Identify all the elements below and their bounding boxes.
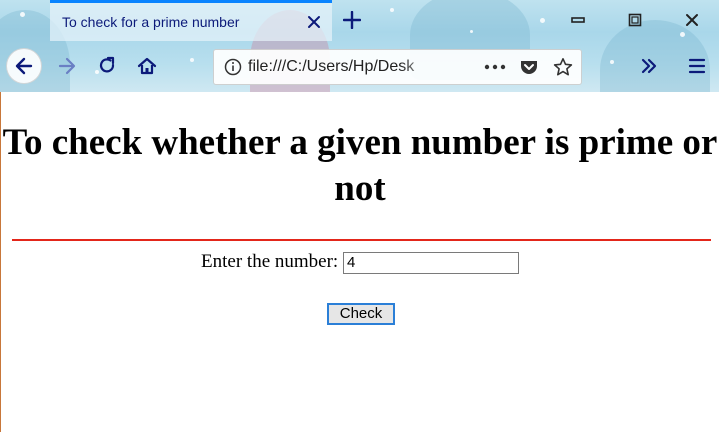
page-content: To check whether a given number is prime… [1,92,719,432]
number-label: Enter the number: [201,251,339,272]
star-icon[interactable] [551,55,575,79]
divider [12,239,711,241]
url-actions [483,55,575,79]
info-icon[interactable] [218,52,248,82]
browser-chrome: To check for a prime number file:///C:/U… [0,0,719,92]
check-button[interactable]: Check [327,303,395,325]
plus-icon[interactable] [338,6,366,34]
tab-strip: To check for a prime number [0,0,719,41]
close-window-icon[interactable] [677,6,707,34]
page-title: To check whether a given number is prime… [2,122,718,209]
pocket-icon[interactable] [517,55,541,79]
chevrons-right-icon[interactable] [632,49,666,83]
forward-arrow-icon[interactable] [50,49,84,83]
url-text[interactable]: file:///C:/Users/Hp/Desk [248,58,438,76]
number-input[interactable] [342,251,519,274]
back-arrow-icon[interactable] [6,48,42,84]
number-form: Enter the number: [1,251,719,274]
tab-active[interactable]: To check for a prime number [50,0,332,41]
minimize-icon[interactable] [563,6,593,34]
more-icon[interactable] [483,55,507,79]
close-icon[interactable] [300,8,328,36]
tab-title: To check for a prime number [62,14,240,30]
hamburger-icon[interactable] [680,49,714,83]
url-bar[interactable]: file:///C:/Users/Hp/Desk [213,49,582,85]
home-icon[interactable] [130,49,164,83]
reload-icon[interactable] [90,49,124,83]
maximize-icon[interactable] [620,6,650,34]
